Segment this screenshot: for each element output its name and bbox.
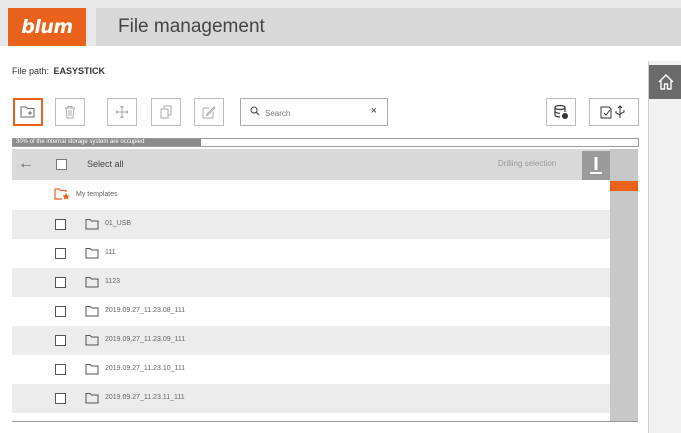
home-icon <box>658 74 673 90</box>
list-item[interactable]: 2019.09.27_11.23.10_111 <box>12 355 610 384</box>
logo-text: blum <box>21 16 73 38</box>
right-sidebar <box>648 61 681 433</box>
list-item[interactable]: 111 <box>12 239 610 268</box>
list-item-label: 01_USB <box>105 220 132 227</box>
move-button[interactable] <box>107 98 137 126</box>
list-item-label: My templates <box>76 191 118 198</box>
list-item-partial[interactable] <box>12 413 610 421</box>
row-checkbox[interactable] <box>55 306 66 317</box>
move-icon <box>115 105 129 119</box>
select-all-label[interactable]: Select all <box>87 159 124 169</box>
list-bottom-border <box>12 421 638 422</box>
list-item-templates[interactable]: My templates <box>12 181 610 210</box>
list-item-label: 111 <box>105 249 116 256</box>
back-button[interactable]: ← <box>18 155 34 173</box>
list-item[interactable]: 1123 <box>12 268 610 297</box>
folder-icon <box>85 335 99 346</box>
list-header: ← Select all Drilling selection <box>12 149 610 180</box>
database-button[interactable] <box>546 98 576 126</box>
row-checkbox[interactable] <box>55 219 66 230</box>
database-icon <box>554 104 568 119</box>
list-item-label: 2019.09.27_11.23.08_111 <box>105 307 186 314</box>
new-folder-icon <box>20 106 35 118</box>
page-title: File management <box>118 16 265 37</box>
star-folder-icon <box>54 188 70 200</box>
file-path: File path: EASYSTICK <box>12 66 105 76</box>
scrollbar[interactable] <box>610 149 638 421</box>
row-checkbox[interactable] <box>55 393 66 404</box>
blum-logo: blum <box>8 8 86 46</box>
select-all-checkbox[interactable] <box>56 159 67 170</box>
list-item[interactable]: 2019.09.27_11.23.09_111 <box>12 326 610 355</box>
row-checkbox[interactable] <box>55 248 66 259</box>
list-item-label: 2019.09.27_11.23.11_111 <box>105 394 185 401</box>
copy-icon <box>160 105 172 119</box>
row-checkbox[interactable] <box>55 364 66 375</box>
row-checkbox[interactable] <box>55 277 66 288</box>
file-list: My templates 01_USB 111 1123 2019.09.27_… <box>12 181 610 421</box>
search-input[interactable] <box>265 105 365 121</box>
trash-icon <box>65 106 75 119</box>
list-item[interactable]: 2019.09.27_11.23.11_111 <box>12 384 610 413</box>
drilling-selection-label: Drilling selection <box>498 159 557 168</box>
storage-usage-bar: 30% of the internal storage system are o… <box>12 138 639 147</box>
drill-icon <box>590 156 602 174</box>
folder-icon <box>85 219 99 230</box>
clear-search-button[interactable]: × <box>371 105 377 117</box>
usb-transfer-icon <box>600 105 625 119</box>
usb-transfer-button[interactable] <box>589 98 639 126</box>
list-item[interactable]: 2019.09.27_11.23.08_111 <box>12 297 610 326</box>
folder-icon <box>85 277 99 288</box>
row-checkbox[interactable] <box>55 335 66 346</box>
list-item[interactable]: 01_USB <box>12 210 610 239</box>
folder-icon <box>85 248 99 259</box>
edit-icon <box>202 106 216 119</box>
storage-usage-fill: 30% of the internal storage system are o… <box>13 139 201 146</box>
new-folder-button[interactable] <box>13 98 43 126</box>
scrollbar-thumb[interactable] <box>610 181 638 191</box>
home-button[interactable] <box>649 65 681 99</box>
list-item-label: 1123 <box>105 278 121 285</box>
drilling-selection-button[interactable] <box>582 151 610 180</box>
file-path-label: File path: <box>12 66 50 76</box>
search-icon <box>250 106 260 116</box>
folder-icon <box>85 364 99 375</box>
list-item-label: 2019.09.27_11.23.10_111 <box>105 365 186 372</box>
title-bar: File management <box>96 8 681 46</box>
folder-icon <box>85 393 99 404</box>
copy-button[interactable] <box>151 98 181 126</box>
edit-button[interactable] <box>194 98 224 126</box>
storage-usage-text: 30% of the internal storage system are o… <box>16 139 145 145</box>
search-box[interactable]: × <box>240 98 388 126</box>
file-path-value: EASYSTICK <box>53 66 106 76</box>
app-header: blum File management <box>0 0 681 46</box>
folder-icon <box>85 306 99 317</box>
delete-button[interactable] <box>55 98 85 126</box>
list-item-label: 2019.09.27_11.23.09_111 <box>105 336 186 343</box>
